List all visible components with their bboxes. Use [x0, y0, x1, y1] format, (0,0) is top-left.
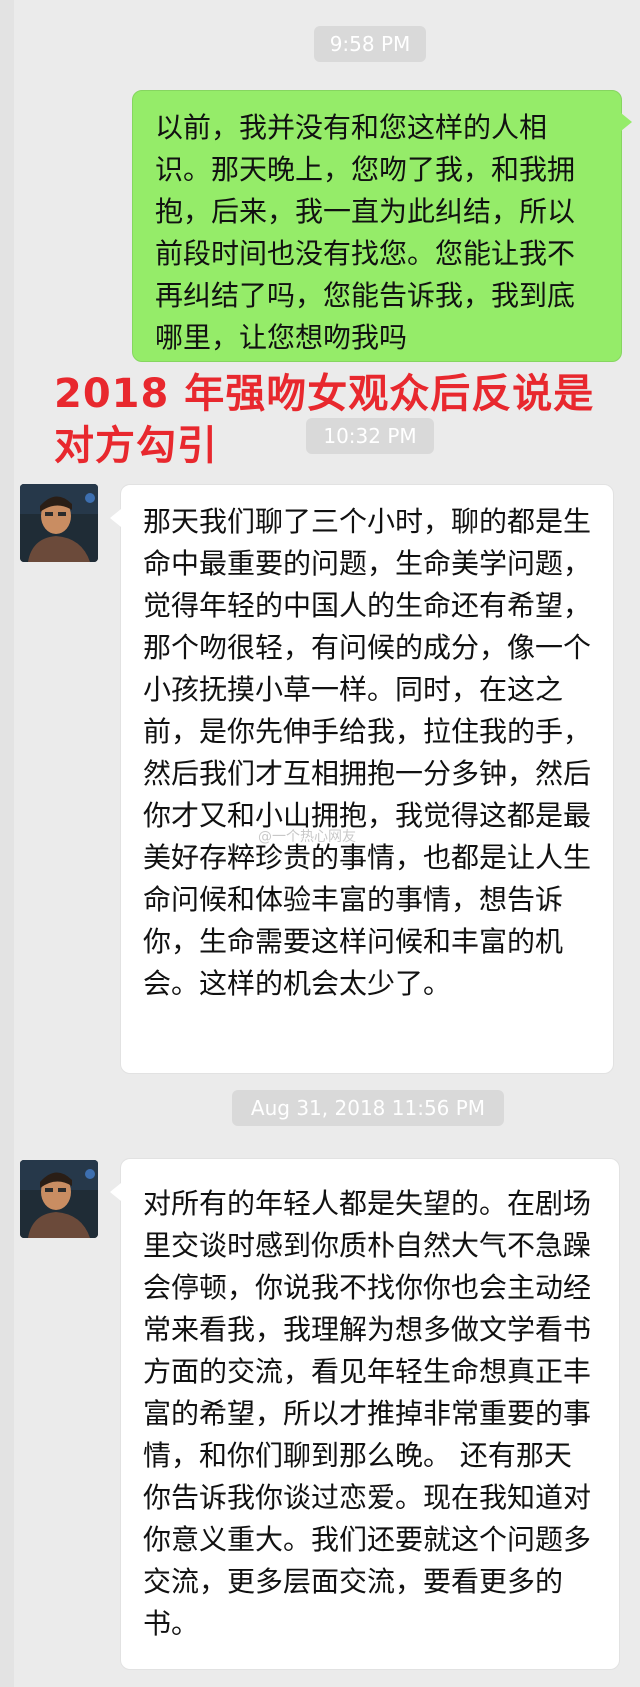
contact-avatar[interactable]: [20, 484, 98, 562]
outgoing-message-bubble[interactable]: 以前，我并没有和您这样的人相识。那天晚上，您吻了我，和我拥抱，后来，我一直为此纠…: [132, 90, 632, 362]
message-text: 对所有的年轻人都是失望的。在剧场里交谈时感到你质朴自然大气不急躁会停顿，你说我不…: [143, 1187, 592, 1640]
timestamp: 9:58 PM: [314, 26, 426, 62]
incoming-message-bubble[interactable]: 对所有的年轻人都是失望的。在剧场里交谈时感到你质朴自然大气不急躁会停顿，你说我不…: [110, 1158, 620, 1670]
incoming-message-bubble[interactable]: 那天我们聊了三个小时，聊的都是生命中最重要的问题，生命美学问题，觉得年轻的中国人…: [110, 484, 614, 1074]
contact-avatar[interactable]: [20, 1160, 98, 1238]
message-text: 以前，我并没有和您这样的人相识。那天晚上，您吻了我，和我拥抱，后来，我一直为此纠…: [155, 111, 576, 354]
chat-screen: 9:58 PM 以前，我并没有和您这样的人相识。那天晚上，您吻了我，和我拥抱，后…: [0, 0, 640, 1687]
watermark: @一个热心网友: [258, 829, 356, 845]
avatar-photo-icon: [20, 484, 98, 562]
avatar-photo-icon: [20, 1160, 98, 1238]
screen-edge: [0, 0, 14, 1687]
overlay-caption: 2018 年强吻女观众后反说是对方勾引: [54, 371, 595, 469]
timestamp: Aug 31, 2018 11:56 PM: [232, 1090, 504, 1126]
message-text: 那天我们聊了三个小时，聊的都是生命中最重要的问题，生命美学问题，觉得年轻的中国人…: [143, 505, 592, 1000]
